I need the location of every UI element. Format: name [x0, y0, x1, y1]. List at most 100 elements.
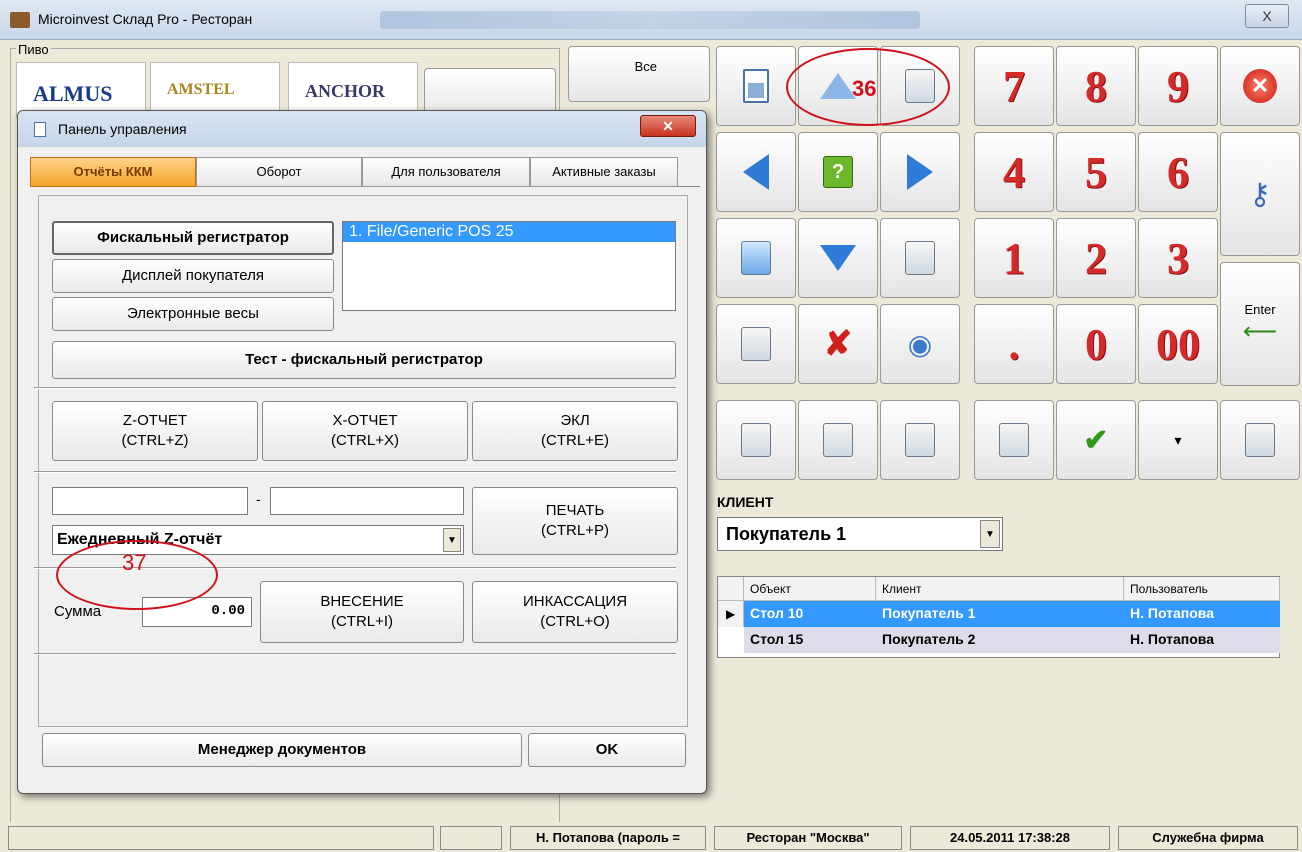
- table-header-corner: [718, 577, 744, 601]
- key-7[interactable]: 7: [974, 46, 1054, 126]
- window-titlebar: Microinvest Склад Pro - Ресторан X: [0, 0, 1302, 40]
- key-4[interactable]: 4: [974, 132, 1054, 212]
- webcam-icon: ◉: [907, 328, 933, 360]
- fiscal-register-button[interactable]: Фискальный регистратор: [52, 221, 334, 255]
- confirm-order-button[interactable]: ✔: [1056, 400, 1136, 480]
- edit-document-icon: [741, 423, 771, 457]
- key-0[interactable]: 0: [1056, 304, 1136, 384]
- chevron-down-icon[interactable]: ▼: [443, 528, 461, 552]
- key-00[interactable]: 00: [1138, 304, 1218, 384]
- device-list[interactable]: 1. File/Generic POS 25: [342, 221, 676, 311]
- client-select[interactable]: Покупатель 1 ▼: [717, 517, 1003, 551]
- window-close-button[interactable]: X: [1245, 4, 1289, 28]
- printer-icon: [905, 241, 935, 275]
- key-5[interactable]: 5: [1056, 132, 1136, 212]
- key-3[interactable]: 3: [1138, 218, 1218, 298]
- ok-button[interactable]: OK: [528, 733, 686, 767]
- table-row[interactable]: Стол 15 Покупатель 2 Н. Потапова: [744, 627, 1280, 653]
- close-circle-icon: ✕: [1243, 69, 1277, 103]
- cancel-key[interactable]: ✕: [1220, 46, 1300, 126]
- webcam-button[interactable]: ◉: [880, 304, 960, 384]
- document-manager-button[interactable]: Менеджер документов: [42, 733, 522, 767]
- dialog-document-icon: [34, 122, 46, 137]
- key-8[interactable]: 8: [1056, 46, 1136, 126]
- separator: [34, 471, 676, 473]
- down-button[interactable]: [798, 218, 878, 298]
- checkmark-icon: ✔: [1083, 423, 1109, 457]
- document-icon: [743, 69, 769, 103]
- list-order-button[interactable]: [974, 400, 1054, 480]
- dialog-close-button[interactable]: ✕: [640, 115, 696, 137]
- test-fiscal-button[interactable]: Тест - фискальный регистратор: [52, 341, 676, 379]
- print-preview-button[interactable]: [716, 218, 796, 298]
- receipt-icon: [741, 327, 771, 361]
- customer-display-button[interactable]: Дисплей покупателя: [52, 259, 334, 293]
- chevron-down-icon[interactable]: ▼: [980, 520, 1000, 548]
- table-header[interactable]: Объект: [744, 577, 876, 601]
- status-user: Н. Потапова (пароль =: [510, 826, 706, 850]
- tab-kkm-reports[interactable]: Отчёты ККМ: [30, 157, 196, 187]
- deposit-button[interactable]: ВНЕСЕНИЕ (CTRL+I): [260, 581, 464, 643]
- right-button[interactable]: [880, 132, 960, 212]
- x-report-button[interactable]: X-ОТЧЕТ (CTRL+X): [262, 401, 468, 461]
- delete-button[interactable]: ✘: [798, 304, 878, 384]
- product-group-legend: Пиво: [16, 42, 51, 57]
- range-to-input[interactable]: [270, 487, 464, 515]
- new-document-button[interactable]: [716, 46, 796, 126]
- reserved-button[interactable]: [1220, 400, 1300, 480]
- electronic-scales-button[interactable]: Электронные весы: [52, 297, 334, 331]
- range-from-input[interactable]: [52, 487, 248, 515]
- status-empty-2: [440, 826, 502, 850]
- list-item[interactable]: 1. File/Generic POS 25: [343, 222, 675, 242]
- table-row[interactable]: Стол 10 Покупатель 1 Н. Потапова: [744, 601, 1280, 627]
- key-dot[interactable]: .: [974, 304, 1054, 384]
- split-document-icon: [905, 423, 935, 457]
- help-icon: ?: [823, 156, 853, 188]
- tab-for-user[interactable]: Для пользователя: [362, 157, 530, 187]
- tab-turnover[interactable]: Оборот: [196, 157, 362, 187]
- key-icon: ⚷: [1249, 177, 1271, 211]
- caret-down-icon: ▾: [1174, 431, 1182, 448]
- status-empty: [8, 826, 434, 850]
- enter-key[interactable]: Enter ⟵: [1220, 262, 1300, 386]
- checklist-icon: [999, 423, 1029, 457]
- range-separator: -: [256, 491, 261, 507]
- print-report-button[interactable]: ПЕЧАТЬ (CTRL+P): [472, 487, 678, 555]
- status-datetime: 24.05.2011 17:38:28: [910, 826, 1110, 850]
- key-6[interactable]: 6: [1138, 132, 1218, 212]
- print-button[interactable]: [880, 218, 960, 298]
- dialog-title: Панель управления: [58, 121, 187, 137]
- ekl-button[interactable]: ЭКЛ (CTRL+E): [472, 401, 678, 461]
- table-header[interactable]: Пользователь: [1124, 577, 1280, 601]
- arrow-down-icon: [820, 245, 856, 271]
- printer-color-icon: [741, 241, 771, 275]
- window-title: Microinvest Склад Pro - Ресторан: [38, 11, 253, 27]
- edit-order-button[interactable]: [716, 400, 796, 480]
- login-key-button[interactable]: ⚷: [1220, 132, 1300, 256]
- add-document-icon: [823, 423, 853, 457]
- status-place: Ресторан "Москва": [714, 826, 902, 850]
- more-options-button[interactable]: ▾: [1138, 400, 1218, 480]
- z-report-button[interactable]: Z-ОТЧЕТ (CTRL+Z): [52, 401, 258, 461]
- split-order-button[interactable]: [880, 400, 960, 480]
- receipt-button[interactable]: [716, 304, 796, 384]
- tab-active-orders[interactable]: Активные заказы: [530, 157, 678, 187]
- all-products-button[interactable]: Все: [568, 46, 710, 102]
- callout-36-number: 36: [852, 76, 877, 101]
- withdraw-button[interactable]: ИНКАССАЦИЯ (CTRL+O): [472, 581, 678, 643]
- key-9[interactable]: 9: [1138, 46, 1218, 126]
- status-bar: Н. Потапова (пароль = Ресторан "Москва" …: [0, 822, 1302, 852]
- add-order-button[interactable]: [798, 400, 878, 480]
- arrow-right-icon: [907, 154, 933, 190]
- callout-37-number: 37: [122, 550, 147, 575]
- orders-table: Объект Клиент Пользователь ▶ Стол 10 Пок…: [717, 576, 1280, 658]
- enter-arrow-icon: ⟵: [1242, 318, 1278, 345]
- key-1[interactable]: 1: [974, 218, 1054, 298]
- status-company: Служебна фирма: [1118, 826, 1298, 850]
- help-button[interactable]: ?: [798, 132, 878, 212]
- left-button[interactable]: [716, 132, 796, 212]
- key-2[interactable]: 2: [1056, 218, 1136, 298]
- table-header[interactable]: Клиент: [876, 577, 1124, 601]
- app-icon: [10, 12, 30, 28]
- dialog-tabs: Отчёты ККМ Оборот Для пользователя Актив…: [30, 157, 700, 187]
